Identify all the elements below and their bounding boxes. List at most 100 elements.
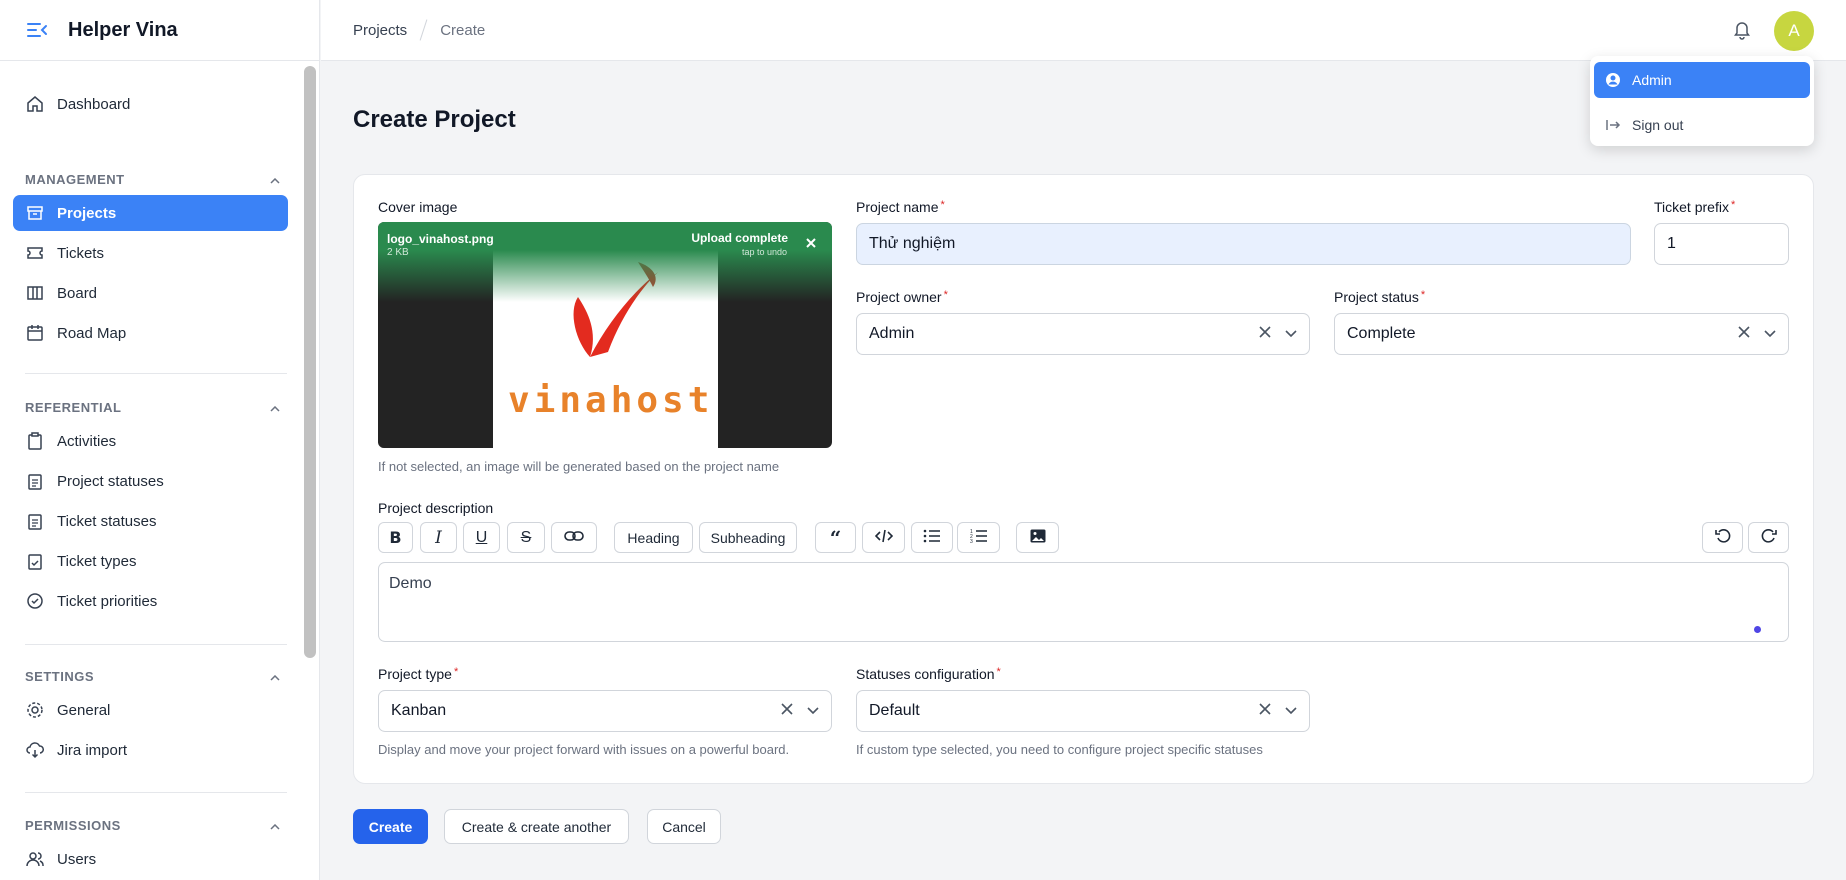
sidebar-item-dashboard[interactable]: Dashboard <box>13 86 288 122</box>
heading-button[interactable]: Heading <box>614 522 693 553</box>
link-button[interactable] <box>551 522 597 553</box>
sidebar-item-label: Users <box>57 850 97 868</box>
sidebar-item-board[interactable]: Board <box>13 275 288 311</box>
sidebar-item-tickets[interactable]: Tickets <box>13 235 288 271</box>
upload-status: Upload complete <box>691 231 788 245</box>
project-status-select[interactable]: Complete <box>1334 313 1789 355</box>
chevron-up-icon[interactable] <box>270 669 280 684</box>
select-value: Admin <box>869 325 915 342</box>
label-text: Project name <box>856 199 939 215</box>
user-menu-admin[interactable]: Admin <box>1594 62 1810 98</box>
sidebar-item-label: Ticket types <box>57 552 137 570</box>
upload-undo[interactable]: tap to undo <box>742 247 787 257</box>
chevron-down-icon[interactable] <box>1285 325 1297 343</box>
avatar[interactable]: A <box>1774 11 1814 51</box>
users-icon <box>25 849 45 869</box>
bold-icon: B <box>389 528 402 547</box>
sidebar-item-ticket-priorities[interactable]: Ticket priorities <box>13 583 288 619</box>
cover-image-hint: If not selected, an image will be genera… <box>378 459 780 474</box>
project-name-label: Project name * <box>856 199 945 215</box>
editor-indicator <box>1754 626 1761 633</box>
divider <box>25 792 287 793</box>
group-permissions[interactable]: PERMISSIONS <box>25 818 280 833</box>
sidebar-item-label: Dashboard <box>57 95 131 113</box>
required-marker: * <box>996 666 1001 678</box>
image-button[interactable] <box>1016 522 1059 553</box>
user-menu-sign-out[interactable]: Sign out <box>1594 107 1810 143</box>
clipboard-check-icon <box>25 551 45 571</box>
cancel-button[interactable]: Cancel <box>647 809 721 844</box>
clear-icon[interactable] <box>1259 702 1271 720</box>
gear-icon <box>25 700 45 720</box>
select-controls <box>1259 314 1297 354</box>
create-button[interactable]: Create <box>353 809 428 844</box>
user-circle-icon <box>1604 71 1622 89</box>
link-icon <box>564 529 584 546</box>
sidebar-item-ticket-statuses[interactable]: Ticket statuses <box>13 503 288 539</box>
sidebar-item-jira-import[interactable]: Jira import <box>13 732 288 768</box>
clipboard-list-icon <box>25 471 45 491</box>
clear-icon[interactable] <box>781 702 793 720</box>
ordered-list-button[interactable]: 123 <box>957 522 1000 553</box>
sidebar-scrollbar[interactable] <box>304 66 316 658</box>
chevron-up-icon[interactable] <box>270 400 280 415</box>
clear-icon[interactable] <box>1259 325 1271 343</box>
bell-icon[interactable] <box>1731 18 1753 40</box>
sidebar-item-project-statuses[interactable]: Project statuses <box>13 463 288 499</box>
chevron-down-icon[interactable] <box>807 702 819 720</box>
bullet-list-button[interactable] <box>911 522 953 553</box>
cover-image-label: Cover image <box>378 199 458 215</box>
chevron-down-icon[interactable] <box>1764 325 1776 343</box>
chevron-up-icon[interactable] <box>270 172 280 187</box>
project-description-editor[interactable]: Demo <box>378 562 1789 642</box>
close-icon[interactable] <box>804 236 818 250</box>
bold-button[interactable]: B <box>378 522 413 553</box>
group-management[interactable]: MANAGEMENT <box>25 172 280 187</box>
select-controls <box>1259 691 1297 731</box>
subheading-button[interactable]: Subheading <box>699 522 797 553</box>
sidebar-item-activities[interactable]: Activities <box>13 423 288 459</box>
strikethrough-icon: S <box>520 528 532 546</box>
ticket-prefix-label: Ticket prefix * <box>1654 199 1735 215</box>
user-menu-label: Admin <box>1632 72 1672 88</box>
required-marker: * <box>1420 289 1426 301</box>
group-referential[interactable]: REFERENTIAL <box>25 400 280 415</box>
strikethrough-button[interactable]: S <box>507 522 545 553</box>
sidebar-item-projects[interactable]: Projects <box>13 195 288 231</box>
clear-icon[interactable] <box>1738 325 1750 343</box>
app-title[interactable]: Helper Vina <box>68 19 178 42</box>
group-settings[interactable]: SETTINGS <box>25 669 280 684</box>
create-another-button[interactable]: Create & create another <box>444 809 629 844</box>
redo-button[interactable] <box>1748 522 1789 553</box>
sidebar-item-users[interactable]: Users <box>13 841 288 877</box>
statuses-configuration-hint: If custom type selected, you need to con… <box>856 742 1263 757</box>
statuses-configuration-select[interactable]: Default <box>856 690 1310 732</box>
required-marker: * <box>453 666 459 678</box>
ticket-prefix-input[interactable]: 1 <box>1654 223 1789 265</box>
chevron-up-icon[interactable] <box>270 818 280 833</box>
statuses-configuration-label: Statuses configuration * <box>856 666 1001 682</box>
chevron-down-icon[interactable] <box>1285 702 1297 720</box>
required-marker: * <box>943 289 948 301</box>
project-type-label: Project type * <box>378 666 458 682</box>
sidebar-item-road-map[interactable]: Road Map <box>13 315 288 351</box>
sidebar-item-general[interactable]: General <box>13 692 288 728</box>
sidebar-item-ticket-types[interactable]: Ticket types <box>13 543 288 579</box>
project-type-select[interactable]: Kanban <box>378 690 832 732</box>
breadcrumb-separator <box>419 19 428 41</box>
required-marker: * <box>1730 199 1736 211</box>
underline-button[interactable]: U <box>463 522 500 553</box>
select-value: Default <box>869 702 920 719</box>
breadcrumb-projects[interactable]: Projects <box>353 22 407 39</box>
editor-content: Demo <box>389 575 432 592</box>
blockquote-button[interactable]: “ <box>815 522 856 553</box>
project-name-input[interactable]: Thử nghiệm <box>856 223 1631 265</box>
archive-icon <box>25 203 45 223</box>
collapse-menu-icon[interactable] <box>24 17 50 43</box>
italic-button[interactable]: I <box>420 522 457 553</box>
label-text: Project type <box>378 666 452 682</box>
undo-button[interactable] <box>1702 522 1743 553</box>
project-owner-select[interactable]: Admin <box>856 313 1310 355</box>
cover-image-upload[interactable]: vinahost logo_vinahost.png 2 KB Upload c… <box>378 222 832 448</box>
code-button[interactable] <box>862 522 905 553</box>
